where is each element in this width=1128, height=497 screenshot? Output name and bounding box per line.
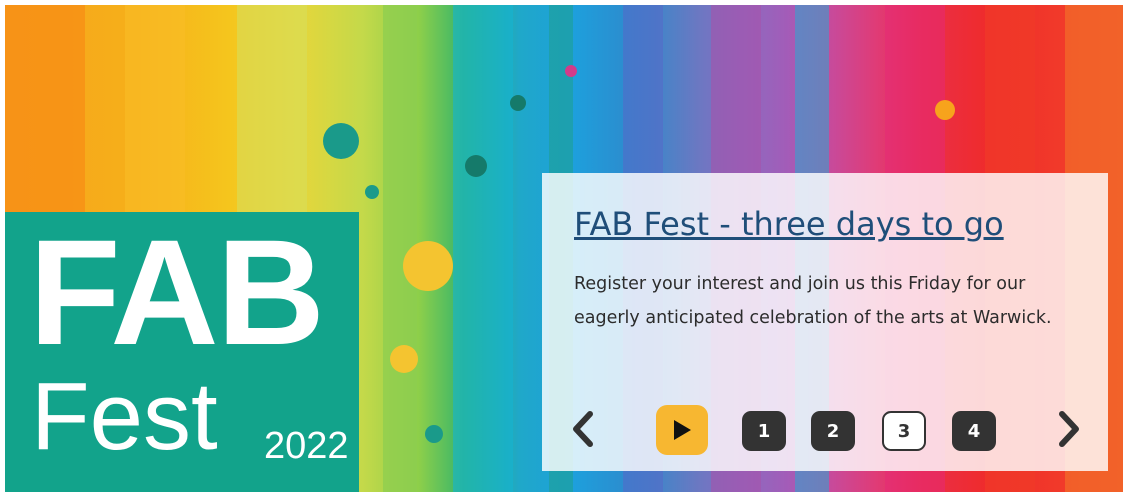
paint-splat — [403, 241, 453, 291]
logo-year-text: 2022 — [264, 425, 349, 467]
slide-description: Register your interest and join us this … — [574, 274, 1052, 328]
play-button[interactable] — [656, 405, 708, 455]
slide-page-button-3[interactable]: 3 — [882, 411, 926, 451]
slide-caption-panel: FAB Fest - three days to go Register you… — [542, 173, 1108, 471]
slide-title-link[interactable]: FAB Fest - three days to go — [574, 203, 1004, 245]
paint-splat — [565, 65, 577, 77]
paint-splat — [935, 100, 955, 120]
slide-page-button-1[interactable]: 1 — [742, 411, 786, 451]
slide-page-button-4[interactable]: 4 — [952, 411, 996, 451]
previous-slide-button[interactable] — [568, 409, 598, 449]
next-slide-button[interactable] — [1054, 409, 1084, 449]
paint-splat — [390, 345, 418, 373]
paint-splat — [465, 155, 487, 177]
paint-splat — [510, 95, 526, 111]
paint-splat — [365, 185, 379, 199]
slide-page-button-2[interactable]: 2 — [811, 411, 855, 451]
fab-fest-logo: FAB Fest 2022 — [5, 212, 359, 492]
logo-fab-text: FAB — [29, 208, 325, 376]
play-icon — [674, 420, 691, 440]
paint-splat — [425, 425, 443, 443]
chevron-left-icon — [573, 411, 593, 447]
hero-banner: FAB Fest 2022 FAB Fest - three days to g… — [5, 5, 1123, 492]
paint-splat — [323, 123, 359, 159]
logo-fest-text: Fest — [31, 363, 218, 470]
paint-stripe — [453, 5, 513, 492]
chevron-right-icon — [1059, 411, 1079, 447]
